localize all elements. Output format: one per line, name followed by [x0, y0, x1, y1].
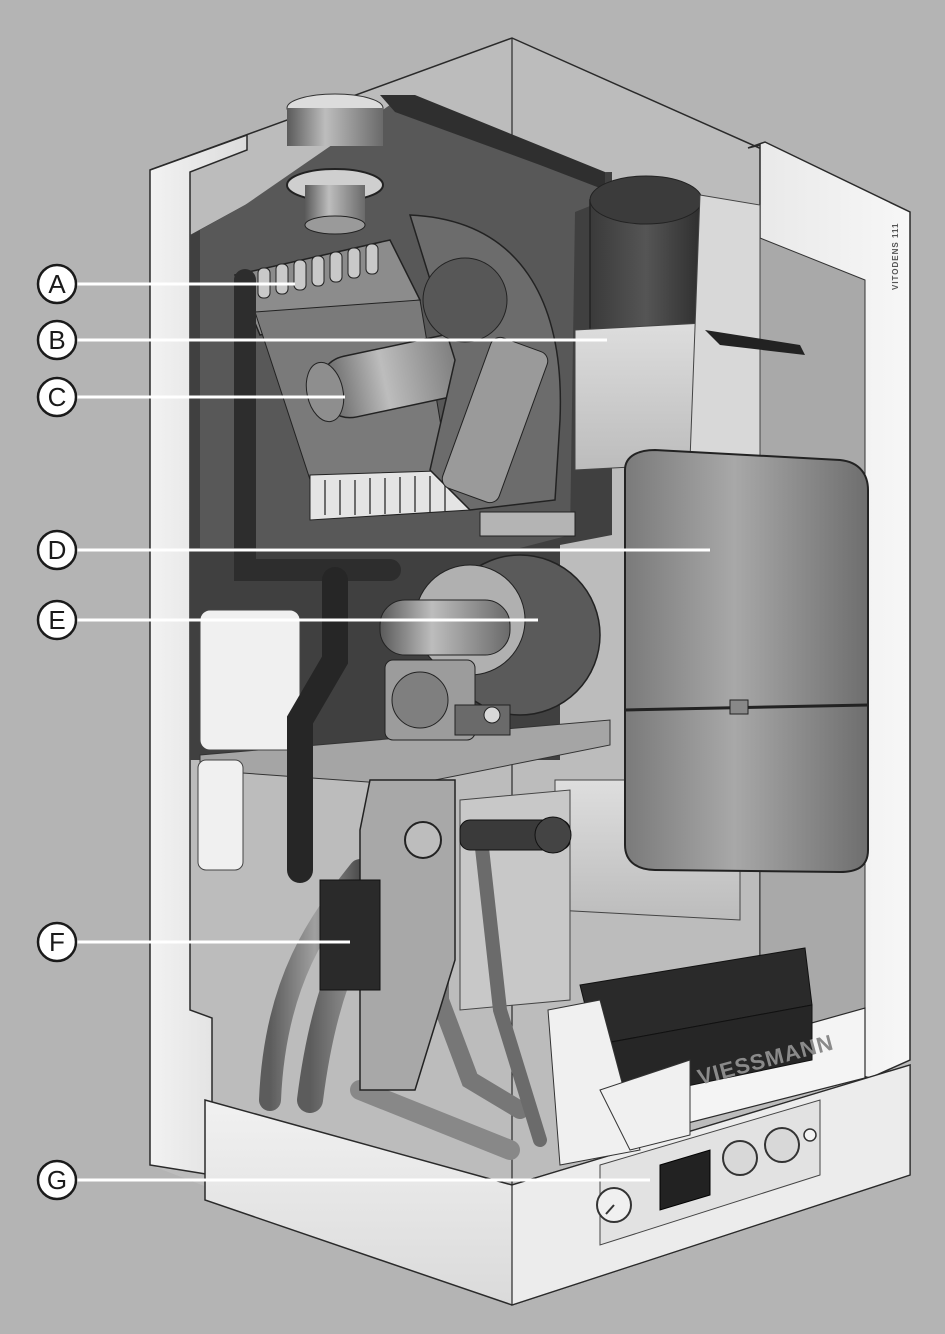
callout-g-label: G: [47, 1165, 67, 1195]
callout-d-label: D: [48, 535, 67, 565]
callout-b-label: B: [48, 325, 65, 355]
tank: [624, 448, 869, 874]
boiler-illustration: VIESSMANN VITODENS 111 A B C D E F G: [0, 0, 945, 1334]
model-label: VITODENS 111: [891, 223, 900, 290]
callout-a-label: A: [48, 269, 66, 299]
callout-f-label: F: [49, 927, 65, 957]
callout-c-label: C: [48, 382, 67, 412]
callout-e-label: E: [48, 605, 65, 635]
